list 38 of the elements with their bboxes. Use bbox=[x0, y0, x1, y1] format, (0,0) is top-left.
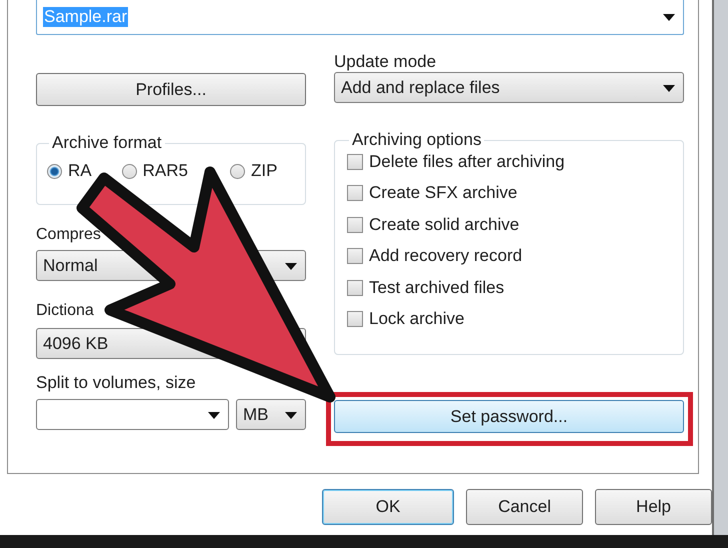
dialog-button[interactable]: OK bbox=[322, 489, 454, 525]
group-title: Archiving options bbox=[351, 130, 482, 150]
checkbox-label: Add recovery record bbox=[369, 246, 522, 266]
checkbox-label: Lock archive bbox=[369, 309, 464, 330]
radio-label: RA bbox=[68, 161, 92, 181]
checkbox[interactable] bbox=[347, 216, 363, 233]
checkbox[interactable] bbox=[347, 280, 363, 296]
dropdown-caret-icon bbox=[208, 412, 220, 418]
radio-button[interactable] bbox=[122, 164, 137, 178]
dialog-button[interactable]: Help bbox=[595, 489, 712, 525]
dialog-button[interactable]: Cancel bbox=[466, 489, 584, 525]
radio-button[interactable] bbox=[47, 164, 62, 178]
set-password-button[interactable]: Set password... bbox=[334, 400, 684, 433]
archive-name-value: Sample.rar bbox=[43, 7, 128, 27]
volume-size-field[interactable] bbox=[36, 399, 229, 430]
checkbox-label: Create SFX archive bbox=[369, 183, 518, 204]
update-mode-dropdown[interactable]: Add and replace files bbox=[334, 72, 684, 103]
radio-button[interactable] bbox=[230, 164, 245, 178]
profiles-button[interactable]: Profiles... bbox=[36, 73, 306, 106]
checkbox[interactable] bbox=[347, 185, 363, 202]
group-title: Archive format bbox=[51, 133, 163, 153]
checkbox[interactable] bbox=[347, 154, 363, 170]
dropdown-caret-icon bbox=[285, 412, 297, 418]
checkbox[interactable] bbox=[347, 311, 363, 328]
radio-label: ZIP bbox=[250, 161, 278, 181]
checkbox-label: Test archived files bbox=[369, 278, 504, 298]
radio-label: RAR5 bbox=[142, 161, 188, 181]
checkbox[interactable] bbox=[347, 248, 363, 264]
field-label: Update mode bbox=[334, 52, 436, 72]
checkbox-label: Delete files after archiving bbox=[369, 152, 565, 172]
dropdown-caret-icon bbox=[663, 84, 675, 92]
checkbox-label: Create solid archive bbox=[369, 214, 520, 235]
dropdown-caret-icon bbox=[285, 262, 297, 270]
field-label: Dictiona bbox=[36, 301, 94, 321]
field-label: Split to volumes, size bbox=[36, 373, 196, 393]
field-label: Compres bbox=[36, 225, 101, 245]
volume-unit-dropdown[interactable]: MB bbox=[236, 399, 306, 430]
dropdown-caret-icon bbox=[663, 14, 675, 21]
